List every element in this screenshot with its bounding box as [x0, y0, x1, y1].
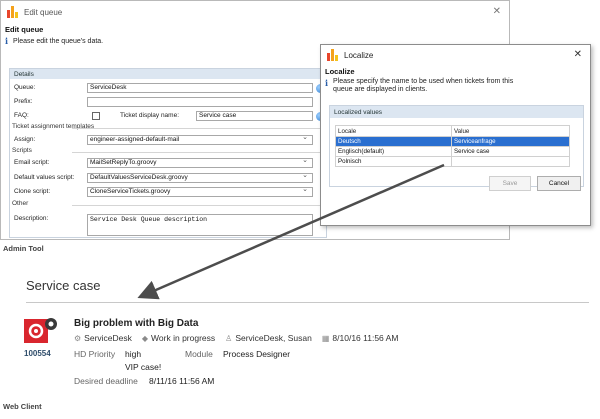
priority-value: high — [125, 349, 142, 359]
priority-label: HD Priority — [74, 349, 116, 359]
module-value: Process Designer — [223, 349, 291, 359]
service-case-title: Service case — [26, 278, 101, 293]
deadline-value: 8/11/16 11:56 AM — [149, 376, 215, 386]
ticket-id: 100554 — [24, 349, 51, 358]
queue-item: ⚙ ServiceDesk — [74, 333, 132, 343]
arrow-line — [137, 163, 445, 300]
module-label: Module — [185, 349, 213, 359]
ticket-meta: ⚙ ServiceDesk ◆ Work in progress ♙ Servi… — [74, 333, 398, 343]
ticket-queue: ServiceDesk — [84, 333, 132, 343]
gear-icon — [24, 318, 57, 343]
service-case-divider — [26, 302, 589, 303]
ticket-note: VIP case! — [125, 362, 162, 372]
assignee-item: ♙ ServiceDesk, Susan — [225, 333, 312, 343]
date-item: ▦ 8/10/16 11:56 AM — [322, 333, 399, 343]
user-icon: ♙ — [225, 333, 233, 343]
ticket-status: Work in progress — [151, 333, 216, 343]
ticket-title[interactable]: Big problem with Big Data — [74, 318, 198, 329]
web-client-caption: Web Client — [3, 402, 42, 411]
ticket-assignee: ServiceDesk, Susan — [235, 333, 312, 343]
ticket-date: 8/10/16 11:56 AM — [332, 333, 399, 343]
status-item: ◆ Work in progress — [142, 333, 215, 343]
deadline-label: Desired deadline — [74, 376, 138, 386]
status-icon: ◆ — [141, 333, 149, 343]
calendar-icon: ▦ — [321, 333, 330, 343]
queue-icon: ⚙ — [74, 333, 82, 343]
